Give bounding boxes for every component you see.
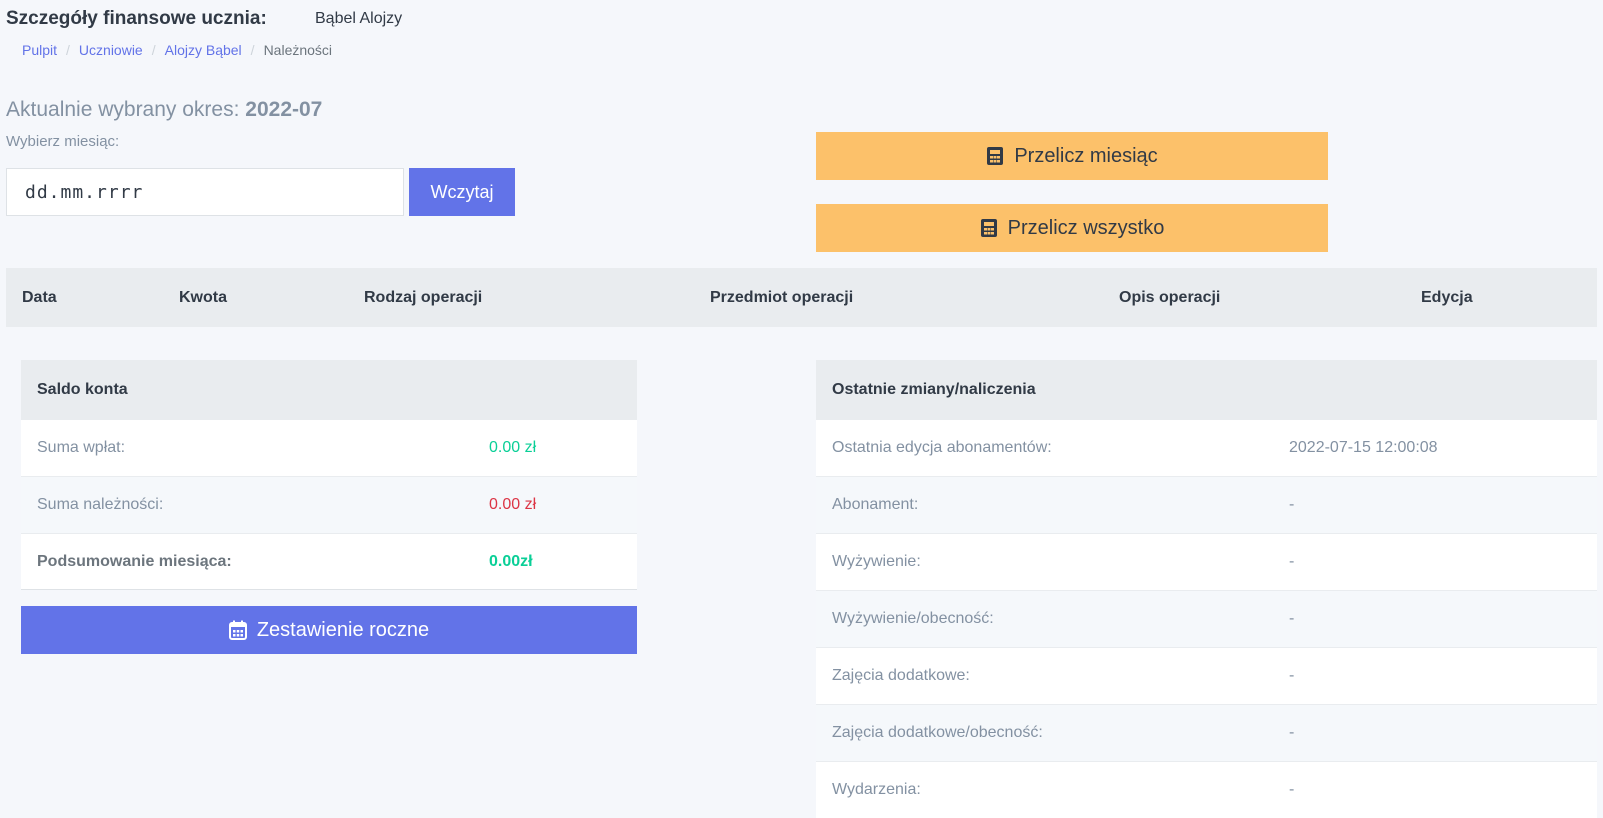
student-name: Bąbel Alojzy: [315, 10, 403, 27]
recent-change-row: Zajęcia dodatkowe: -: [816, 647, 1597, 704]
recent-change-label: Wydarzenia:: [832, 781, 921, 798]
recent-change-value: -: [1289, 496, 1295, 513]
recent-change-value: -: [1289, 553, 1295, 570]
recent-changes-rows: Ostatnia edycja abonamentów: 2022-07-15 …: [816, 419, 1597, 818]
balance-label: Podsumowanie miesiąca:: [37, 553, 232, 570]
breadcrumb-current: Należności: [263, 42, 333, 58]
column-header-rodzaj: Rodzaj operacji: [364, 289, 483, 306]
breadcrumb-uczniowie-link[interactable]: Uczniowie: [79, 42, 143, 58]
column-header-data: Data: [22, 289, 57, 306]
recent-change-value: -: [1289, 667, 1295, 684]
period-label: Aktualnie wybrany okres:: [6, 98, 240, 121]
load-button[interactable]: Wczytaj: [409, 168, 515, 216]
balance-card: Saldo konta Suma wpłat: 0.00 zł Suma nal…: [21, 360, 637, 590]
breadcrumb-pulpit-link[interactable]: Pulpit: [22, 42, 57, 58]
recent-change-row: Wyżywienie: -: [816, 533, 1597, 590]
balance-card-title: Saldo konta: [21, 360, 637, 419]
recent-change-label: Zajęcia dodatkowe/obecność:: [832, 724, 1043, 741]
recent-change-label: Wyżywienie:: [832, 553, 921, 570]
recent-change-label: Abonament:: [832, 496, 919, 513]
recent-change-row: Wydarzenia: -: [816, 761, 1597, 818]
recalc-all-label: Przelicz wszystko: [1007, 216, 1165, 239]
recent-change-value: -: [1289, 724, 1295, 741]
column-header-przedmiot: Przedmiot operacji: [710, 289, 854, 306]
balance-label: Suma wpłat:: [37, 439, 126, 456]
calculator-icon: [986, 146, 1004, 166]
recent-change-value: -: [1289, 610, 1295, 627]
breadcrumb-separator: /: [250, 42, 255, 58]
recalc-all-button[interactable]: Przelicz wszystko: [816, 204, 1328, 252]
current-period: Aktualnie wybrany okres: 2022-07: [6, 98, 322, 122]
balance-value: 0.00 zł: [489, 439, 537, 456]
breadcrumb: Pulpit / Uczniowie / Alojzy Bąbel / Nale…: [22, 42, 332, 58]
balance-value: 0.00 zł: [489, 496, 537, 513]
breadcrumb-separator: /: [151, 42, 156, 58]
month-picker-label: Wybierz miesiąc:: [6, 133, 120, 150]
breadcrumb-separator: /: [66, 42, 70, 58]
recent-change-row: Zajęcia dodatkowe/obecność: -: [816, 704, 1597, 761]
balance-row-summary: Podsumowanie miesiąca: 0.00zł: [21, 533, 637, 590]
breadcrumb-student-link[interactable]: Alojzy Bąbel: [165, 42, 242, 58]
recent-change-row: Wyżywienie/obecność: -: [816, 590, 1597, 647]
column-header-opis: Opis operacji: [1119, 289, 1221, 306]
calendar-icon: [228, 620, 247, 640]
recent-change-label: Ostatnia edycja abonamentów:: [832, 439, 1052, 456]
balance-row-dues: Suma należności: 0.00 zł: [21, 476, 637, 533]
balance-row-payments: Suma wpłat: 0.00 zł: [21, 419, 637, 476]
page-title: Szczegóły finansowe ucznia:: [6, 8, 267, 29]
recent-change-value: 2022-07-15 12:00:08: [1289, 439, 1438, 456]
recent-changes-card: Ostatnie zmiany/naliczenia Ostatnia edyc…: [816, 360, 1597, 818]
column-header-edycja: Edycja: [1421, 289, 1473, 306]
yearly-summary-button[interactable]: Zestawienie roczne: [21, 606, 637, 654]
recalc-month-label: Przelicz miesiąc: [1014, 144, 1158, 167]
operations-table-header: Data Kwota Rodzaj operacji Przedmiot ope…: [6, 268, 1597, 327]
recalc-month-button[interactable]: Przelicz miesiąc: [816, 132, 1328, 180]
balance-value: 0.00zł: [489, 553, 533, 570]
yearly-summary-label: Zestawienie roczne: [256, 618, 430, 641]
column-header-kwota: Kwota: [179, 289, 227, 306]
recent-change-label: Zajęcia dodatkowe:: [832, 667, 970, 684]
calculator-icon: [980, 218, 998, 238]
recent-change-row: Abonament: -: [816, 476, 1597, 533]
balance-label: Suma należności:: [37, 496, 164, 513]
recent-change-row: Ostatnia edycja abonamentów: 2022-07-15 …: [816, 419, 1597, 476]
recent-change-value: -: [1289, 781, 1295, 798]
period-value: 2022-07: [245, 98, 323, 121]
recent-change-label: Wyżywienie/obecność:: [832, 610, 994, 627]
month-date-input[interactable]: [6, 168, 404, 216]
balance-rows: Suma wpłat: 0.00 zł Suma należności: 0.0…: [21, 419, 637, 590]
recent-changes-title: Ostatnie zmiany/naliczenia: [816, 360, 1597, 419]
